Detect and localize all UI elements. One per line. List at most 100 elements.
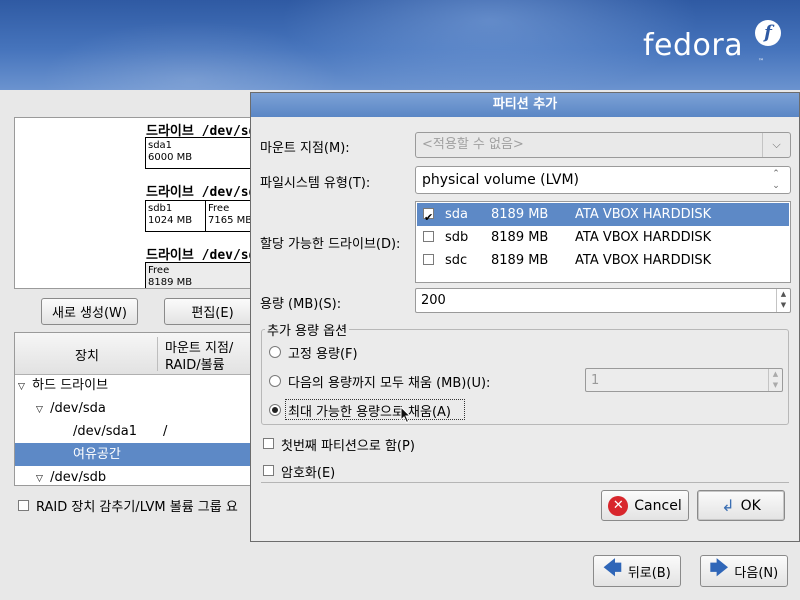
drive-segment-sda1[interactable]: sda1 6000 MB — [145, 137, 253, 169]
fill-upto-value: 1 — [591, 373, 600, 388]
hide-raid-checkbox[interactable] — [18, 500, 29, 511]
header-banner: fedora f ™ — [0, 0, 800, 90]
expander-icon[interactable]: ▽ — [36, 399, 46, 422]
tree-row-free-space[interactable]: 여유공간 — [15, 443, 253, 466]
arrow-right-icon: 🡆 — [709, 558, 729, 579]
segment-name: sda1 — [148, 140, 173, 151]
banner-swirl — [280, 0, 700, 90]
fill-max-label[interactable]: 최대 가능한 용량으로 채움(A) — [288, 401, 451, 420]
back-button[interactable]: 🡄 뒤로(B) — [593, 555, 681, 587]
filesystem-type-label: 파일시스템 유형(T): — [260, 176, 371, 191]
column-mount-raid: RAID/볼륨 — [165, 358, 225, 373]
tree-row-label: /dev/sdb — [50, 470, 107, 485]
mount-point-value: <적용할 수 없음> — [422, 137, 524, 152]
allowable-drives-list: sda 8189 MB ATA VBOX HARDDISK sdb 8189 M… — [415, 201, 791, 283]
dialog-title: 파티션 추가 — [251, 93, 799, 117]
column-device[interactable]: 장치 — [75, 345, 99, 364]
hide-raid-label: RAID 장치 감추기/LVM 볼륨 그룹 요 — [36, 500, 238, 515]
drive-segment-sdc-free[interactable]: Free 8189 MB — [145, 262, 253, 288]
enter-arrow-icon: ↲ — [721, 496, 735, 515]
encrypt-label[interactable]: 암호화(E) — [281, 462, 335, 481]
edit-button[interactable]: 편집(E) — [164, 298, 261, 325]
drive-row-sdc[interactable]: sdc 8189 MB ATA VBOX HARDDISK — [417, 249, 789, 272]
drive-title-sdb: 드라이브 /dev/sdb — [146, 185, 254, 200]
fedora-logo-icon: f — [755, 20, 781, 46]
filesystem-type-select[interactable]: physical volume (LVM) ⌃ ⌄ — [415, 166, 791, 194]
fedora-logo-text: fedora — [643, 28, 744, 63]
mount-point-label: 마운트 지점(M): — [260, 141, 350, 156]
drive-size: 8189 MB — [491, 230, 549, 245]
encrypt-checkbox[interactable] — [263, 465, 274, 476]
fill-upto-label[interactable]: 다음의 용량까지 모두 채움 (MB)(U): — [288, 372, 490, 391]
create-button[interactable]: 새로 생성(W) — [41, 298, 138, 325]
add-partition-dialog: 파티션 추가 마운트 지점(M): <적용할 수 없음> ⌵ 파일시스템 유형(… — [250, 92, 800, 542]
size-label: 용량 (MB)(S): — [260, 297, 342, 312]
drive-size: 8189 MB — [491, 253, 549, 268]
drive-name: sdb — [445, 230, 469, 245]
device-tree: 장치 마운트 지점/ RAID/볼륨 ▽ 하드 드라이브 ▽ /dev/sda … — [14, 332, 254, 486]
tree-row-hard-drives[interactable]: ▽ 하드 드라이브 — [15, 374, 253, 399]
trademark: ™ — [758, 58, 764, 65]
additional-size-options-title: 추가 용량 옵션 — [265, 320, 350, 339]
fixed-size-radio[interactable] — [269, 346, 281, 358]
updown-arrows-icon: ⌃ ⌄ — [772, 169, 780, 191]
drive-sda-checkbox[interactable] — [423, 206, 434, 229]
tree-row-sda[interactable]: ▽ /dev/sda — [15, 397, 253, 422]
ok-button[interactable]: ↲ OK — [697, 490, 785, 521]
segment-size: 6000 MB — [148, 152, 193, 163]
dialog-separator — [261, 482, 789, 483]
segment-name: sdb1 — [148, 203, 173, 214]
size-value: 200 — [421, 293, 446, 308]
fill-max-radio[interactable] — [269, 404, 281, 416]
allowable-drives-label: 할당 가능한 드라이브(D): — [260, 237, 401, 252]
drive-map-panel: 드라이브 /dev/sda sda1 6000 MB 드라이브 /dev/sdb… — [14, 117, 254, 289]
drive-model: ATA VBOX HARDDISK — [575, 230, 712, 245]
tree-row-label: /dev/sda — [50, 401, 106, 416]
drive-size: 8189 MB — [491, 207, 549, 222]
mouse-cursor-icon — [400, 406, 412, 424]
drive-sdc-checkbox[interactable] — [423, 254, 434, 265]
ok-label: OK — [740, 497, 761, 514]
tree-header: 장치 마운트 지점/ RAID/볼륨 — [15, 333, 253, 375]
drive-row-sda[interactable]: sda 8189 MB ATA VBOX HARDDISK — [417, 203, 789, 229]
filesystem-type-value: physical volume (LVM) — [422, 172, 580, 188]
expander-icon[interactable]: ▽ — [36, 468, 46, 485]
primary-partition-checkbox[interactable] — [263, 438, 274, 449]
drive-segment-sdb1[interactable]: sdb1 1024 MB — [145, 200, 206, 232]
segment-name: Free — [148, 265, 170, 276]
chevron-down-icon: ⌵ — [762, 133, 790, 157]
drive-name: sdc — [445, 253, 468, 268]
tree-row-sda1[interactable]: /dev/sda1 / — [15, 420, 253, 443]
back-label: 뒤로(B) — [627, 565, 671, 581]
fill-upto-radio[interactable] — [269, 375, 281, 387]
cancel-label: Cancel — [634, 497, 682, 514]
fixed-size-label[interactable]: 고정 용량(F) — [288, 343, 358, 362]
drive-title-sdc: 드라이브 /dev/sdc — [146, 248, 254, 263]
cancel-button[interactable]: ✕ Cancel — [601, 490, 689, 521]
drive-model: ATA VBOX HARDDISK — [575, 207, 712, 222]
primary-partition-label[interactable]: 첫번째 파티션으로 함(P) — [281, 435, 415, 454]
tree-row-label: 하드 드라이브 — [32, 378, 109, 393]
segment-size: 7165 MB — [208, 215, 253, 226]
drive-name: sda — [445, 207, 468, 222]
drive-sdb-checkbox[interactable] — [423, 231, 434, 242]
mount-point-combo: <적용할 수 없음> ⌵ — [415, 132, 791, 158]
drive-segment-sdb-free[interactable]: Free 7165 MB — [205, 200, 253, 232]
segment-size: 1024 MB — [148, 215, 193, 226]
drive-model: ATA VBOX HARDDISK — [575, 253, 712, 268]
tree-row-sdb[interactable]: ▽ /dev/sdb — [15, 466, 253, 485]
drive-row-sdb[interactable]: sdb 8189 MB ATA VBOX HARDDISK — [417, 226, 789, 249]
expander-icon[interactable]: ▽ — [18, 376, 28, 399]
segment-size: 8189 MB — [148, 277, 193, 288]
next-button[interactable]: 🡆 다음(N) — [700, 555, 788, 587]
size-spinbox[interactable]: 200 ▲ ▼ — [415, 288, 791, 313]
tree-row-label: /dev/sda1 — [73, 424, 137, 439]
column-separator — [157, 337, 158, 371]
segment-name: Free — [208, 203, 230, 214]
arrow-left-icon: 🡄 — [603, 558, 622, 579]
fill-upto-spinbox: 1 ▲ ▼ — [585, 368, 783, 392]
spin-arrows-icon: ▲ ▼ — [768, 369, 782, 391]
tree-row-mount: / — [163, 424, 168, 439]
spin-arrows-icon[interactable]: ▲ ▼ — [776, 289, 790, 312]
cancel-icon: ✕ — [608, 495, 629, 516]
